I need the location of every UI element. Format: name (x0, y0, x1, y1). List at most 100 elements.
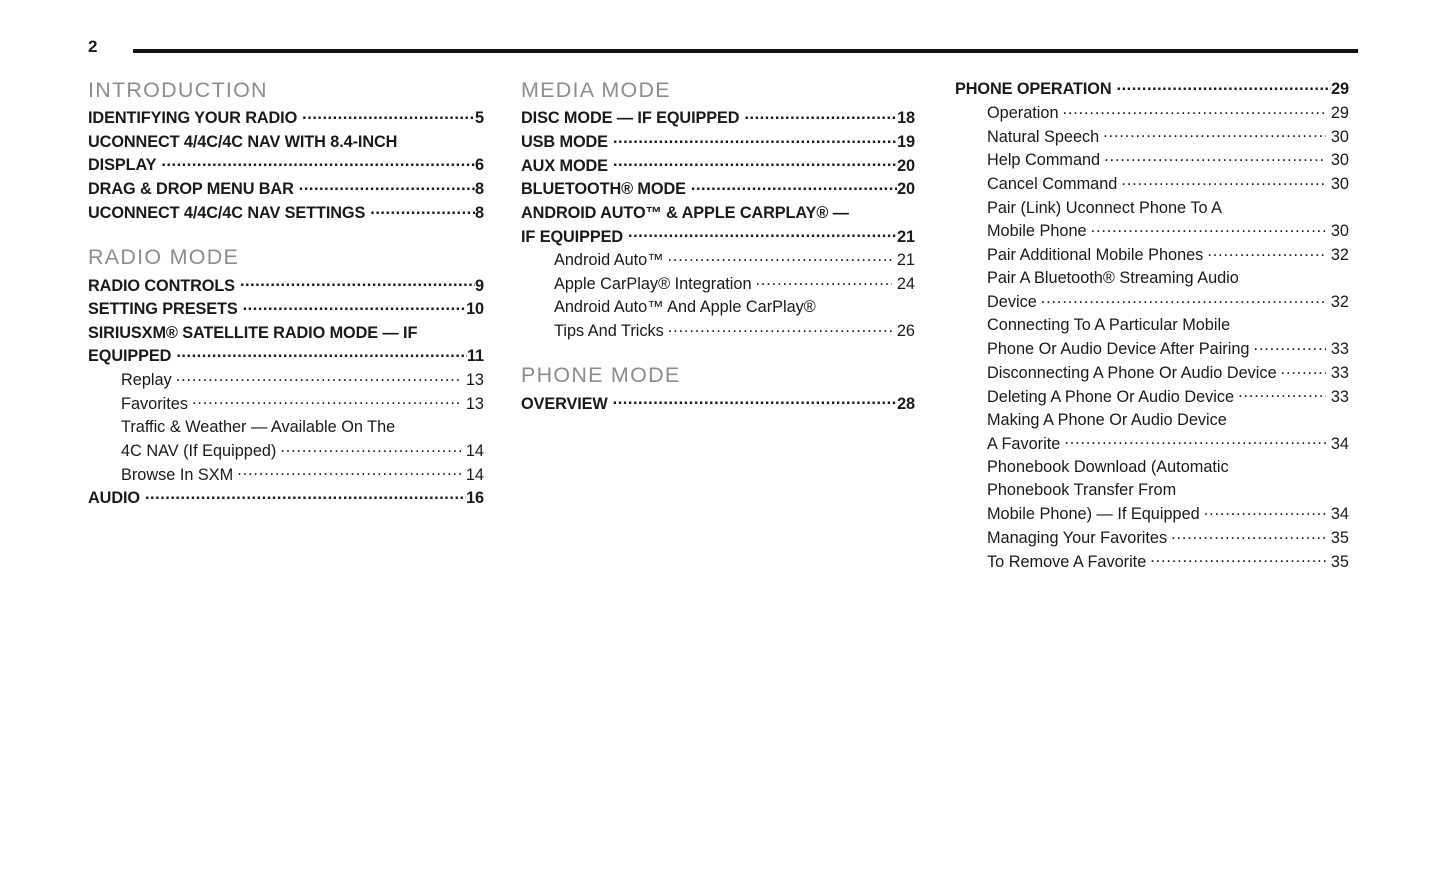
toc-entry-sub[interactable]: Pair Additional Mobile Phones 32 (955, 244, 1349, 268)
toc-dot-leader (744, 107, 897, 123)
toc-dot-leader (668, 249, 892, 265)
toc-entry-sub[interactable]: Pair A Bluetooth® Streaming Audio (955, 267, 1349, 290)
toc-dot-leader (192, 392, 461, 408)
toc-entry-page-number: 14 (465, 465, 484, 484)
toc-entry-label: Connecting To A Particular Mobile (987, 316, 1231, 335)
toc-entry-page-number: 6 (475, 156, 484, 175)
toc-entry-page-number: 33 (1330, 363, 1349, 382)
toc-dot-leader (302, 107, 475, 123)
toc-entry-label: UCONNECT 4/4C/4C NAV SETTINGS (88, 203, 366, 222)
toc-entry-major[interactable]: DISPLAY 6 (88, 154, 484, 178)
toc-entry-page-number: 20 (897, 156, 915, 175)
toc-entry-sub[interactable]: Traffic & Weather — Available On The (88, 416, 484, 439)
toc-entry-sub[interactable]: Disconnecting A Phone Or Audio Device 33 (955, 362, 1349, 386)
toc-entry-label: ANDROID AUTO™ & APPLE CARPLAY® — (521, 203, 849, 222)
toc-entry-page-number: 21 (897, 227, 915, 246)
toc-entry-major[interactable]: UCONNECT 4/4C/4C NAV WITH 8.4-INCH (88, 131, 484, 154)
toc-entry-major[interactable]: AUX MODE 20 (521, 154, 915, 178)
toc-entry-sub[interactable]: Replay 13 (88, 369, 484, 393)
toc-entry-label: Pair Additional Mobile Phones (987, 245, 1204, 264)
toc-dot-leader (613, 392, 897, 408)
toc-entry-page-number: 13 (465, 394, 484, 413)
toc-entry-label: Phone Or Audio Device After Pairing (987, 340, 1250, 359)
toc-section-heading: PHONE MODE (521, 363, 681, 388)
toc-entry-label: Android Auto™ And Apple CarPlay® (554, 298, 816, 317)
toc-entry-page-number: 30 (1330, 151, 1349, 170)
toc-entry-major[interactable]: AUDIO 16 (88, 487, 484, 511)
toc-entry-major[interactable]: DRAG & DROP MENU BAR 8 (88, 178, 484, 202)
toc-entry-label: IF EQUIPPED (521, 227, 624, 246)
toc-dot-leader (370, 202, 475, 218)
toc-entry-major[interactable]: OVERVIEW 28 (521, 392, 915, 416)
toc-entry-sub[interactable]: Favorites 13 (88, 392, 484, 416)
toc-entry-major[interactable]: UCONNECT 4/4C/4C NAV SETTINGS 8 (88, 202, 484, 226)
toc-entry-page-number: 10 (466, 300, 484, 319)
toc-entry-label: Making A Phone Or Audio Device (987, 410, 1227, 429)
toc-entry-sub[interactable]: Android Auto™ And Apple CarPlay® (521, 296, 915, 319)
toc-entry-major[interactable]: BLUETOOTH® MODE 20 (521, 178, 915, 202)
toc-entry-major[interactable]: SETTING PRESETS 10 (88, 298, 484, 322)
toc-entry-sub[interactable]: Operation 29 (955, 102, 1349, 126)
toc-entry-sub[interactable]: Deleting A Phone Or Audio Device 33 (955, 385, 1349, 409)
toc-entry-page-number: 11 (466, 347, 484, 366)
toc-entry-label: Phonebook Transfer From (987, 481, 1177, 500)
toc-dot-leader (613, 131, 897, 147)
toc-entry-label: Help Command (987, 151, 1101, 170)
toc-entry-label: Device (987, 293, 1037, 312)
toc-entry-page-number: 28 (897, 394, 915, 413)
toc-entry-major[interactable]: IF EQUIPPED 21 (521, 225, 915, 249)
toc-entry-sub[interactable]: A Favorite 34 (955, 432, 1349, 456)
toc-entry-sub[interactable]: Pair (Link) Uconnect Phone To A (955, 197, 1349, 220)
toc-entry-major[interactable]: PHONE OPERATION 29 (955, 78, 1349, 102)
toc-entry-sub[interactable]: Android Auto™ 21 (521, 249, 915, 273)
toc-entry-sub[interactable]: Phonebook Transfer From (955, 479, 1349, 502)
toc-entry-major[interactable]: USB MODE 19 (521, 131, 915, 155)
toc-entry-major[interactable]: IDENTIFYING YOUR RADIO 5 (88, 107, 484, 131)
toc-dot-leader (613, 154, 897, 170)
toc-entry-sub[interactable]: Mobile Phone 30 (955, 220, 1349, 244)
toc-entry-sub[interactable]: 4C NAV (If Equipped) 14 (88, 440, 484, 464)
toc-entry-sub[interactable]: Tips And Tricks 26 (521, 320, 915, 344)
toc-entry-sub[interactable]: To Remove A Favorite 35 (955, 550, 1349, 574)
toc-entry-page-number: 20 (897, 180, 915, 199)
toc-dot-leader (161, 154, 475, 170)
toc-entry-major[interactable]: ANDROID AUTO™ & APPLE CARPLAY® — (521, 202, 915, 225)
toc-entry-label: Disconnecting A Phone Or Audio Device (987, 363, 1277, 382)
toc-entry-sub[interactable]: Natural Speech 30 (955, 125, 1349, 149)
toc-entry-page-number: 30 (1330, 127, 1349, 146)
toc-section-heading: MEDIA MODE (521, 78, 671, 102)
toc-section-heading: INTRODUCTION (88, 78, 268, 102)
toc-page: 2 INTRODUCTION IDENTIFYING YOUR RADIO 5 UCO… (0, 0, 1445, 874)
toc-entry-sub[interactable]: Managing Your Favorites 35 (955, 527, 1349, 551)
toc-entry-page-number: 35 (1330, 528, 1349, 547)
toc-entry-sub[interactable]: Making A Phone Or Audio Device (955, 409, 1349, 432)
page-header: 2 (88, 36, 1358, 62)
toc-entry-major[interactable]: RADIO CONTROLS 9 (88, 274, 484, 298)
toc-entry-page-number: 33 (1330, 387, 1349, 406)
toc-entry-page-number: 32 (1330, 293, 1349, 312)
toc-entry-sub[interactable]: Phonebook Download (Automatic (955, 456, 1349, 479)
toc-entry-sub[interactable]: Cancel Command 30 (955, 173, 1349, 197)
toc-entry-page-number: 9 (475, 276, 484, 295)
toc-entry-sub[interactable]: Phone Or Audio Device After Pairing 33 (955, 338, 1349, 362)
toc-dot-leader (1091, 220, 1326, 236)
toc-entry-sub[interactable]: Browse In SXM 14 (88, 463, 484, 487)
toc-entry-major[interactable]: SIRIUSXM® SATELLITE RADIO MODE — IF (88, 322, 484, 345)
toc-entry-sub[interactable]: Mobile Phone) — If Equipped 34 (955, 503, 1349, 527)
toc-entry-page-number: 18 (897, 109, 915, 128)
toc-dot-leader (1204, 503, 1326, 519)
toc-entry-major[interactable]: EQUIPPED 11 (88, 345, 484, 369)
toc-entry-sub[interactable]: Device 32 (955, 291, 1349, 315)
toc-section: INTRODUCTION IDENTIFYING YOUR RADIO 5 UCONN… (88, 78, 484, 225)
toc-dot-leader (1281, 362, 1326, 378)
toc-entry-label: Phonebook Download (Automatic (987, 458, 1229, 477)
toc-entry-sub[interactable]: Help Command 30 (955, 149, 1349, 173)
toc-dot-leader (1041, 291, 1326, 307)
toc-entry-sub[interactable]: Apple CarPlay® Integration 24 (521, 273, 915, 297)
toc-section: RADIO MODE RADIO CONTROLS 9 SETTING PRESETS… (88, 245, 484, 510)
toc-dot-leader (1150, 550, 1326, 566)
toc-entry-page-number: 35 (1330, 552, 1349, 571)
toc-entry-label: To Remove A Favorite (987, 552, 1147, 571)
toc-entry-major[interactable]: DISC MODE — IF EQUIPPED 18 (521, 107, 915, 131)
toc-entry-sub[interactable]: Connecting To A Particular Mobile (955, 314, 1349, 337)
